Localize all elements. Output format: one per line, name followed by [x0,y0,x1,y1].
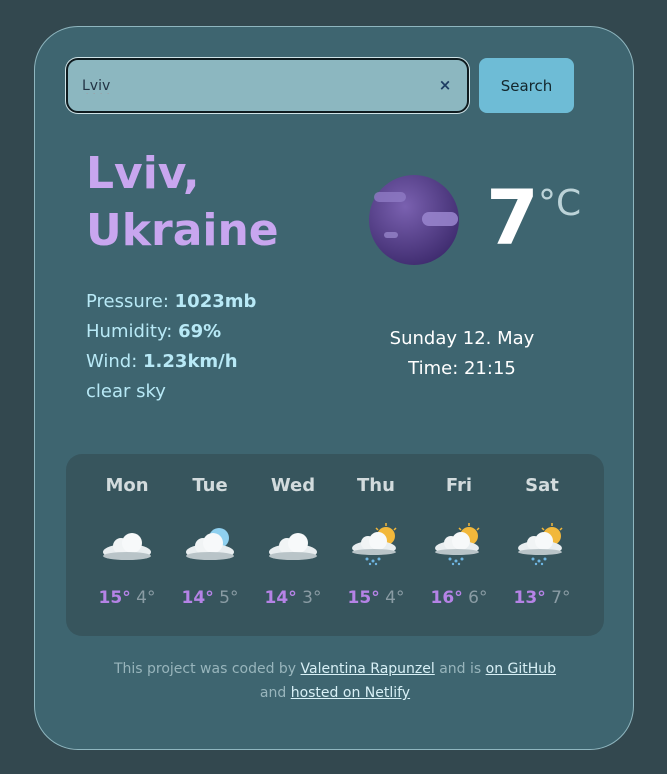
sun-rain-cloud-icon [518,523,563,566]
wind-row: Wind: 1.23km/h [86,347,256,377]
footer-text: This project was coded by [113,661,301,677]
cloud-icon [103,533,151,560]
forecast-temps: 15° 4° [334,588,418,608]
search-button[interactable]: Search [479,58,574,113]
forecast-temps: 15° 4° [85,588,169,608]
humidity-value: 69% [178,321,222,342]
moon-icon [369,175,459,265]
current-time: Time: 21:15 [408,358,516,379]
forecast-temps: 14° 5° [168,588,252,608]
footer-line-2: and hosted on Netlify [35,681,635,705]
wind-value: 1.23km/h [143,351,238,372]
city-name: Lviv, [86,148,200,199]
search-field[interactable]: × [66,58,469,113]
forecast-day-name: Mon [105,475,149,496]
wind-label: Wind: [86,351,144,372]
forecast-min: 6° [468,588,488,608]
forecast-day: Wed 14° 3° [251,454,335,636]
cloud-icon [269,533,317,560]
forecast-panel: Mon 15° 4° Tue 14° 5° Wed 14° 3° Thu 15°… [66,454,604,636]
footer: This project was coded by Valentina Rapu… [35,657,635,705]
forecast-day-name: Tue [192,475,228,496]
temperature-unit: °C [538,183,582,224]
forecast-day-name: Sat [525,475,559,496]
footer-line-1: This project was coded by Valentina Rapu… [35,657,635,681]
forecast-temps: 14° 3° [251,588,335,608]
forecast-max: 14° [264,588,297,608]
footer-text: and [259,685,291,701]
pressure-label: Pressure: [86,291,175,312]
forecast-day-name: Fri [445,475,473,496]
forecast-day-name: Wed [270,475,316,496]
forecast-day: Sat 13° 7° [500,454,584,636]
forecast-max: 16° [430,588,463,608]
github-link[interactable]: on GitHub [486,661,556,677]
humidity-label: Humidity: [86,321,179,342]
pressure-value: 1023mb [174,291,257,312]
clear-icon[interactable]: × [437,76,453,96]
forecast-min: 7° [551,588,571,608]
forecast-min: 4° [136,588,156,608]
forecast-day-name: Thu [357,475,395,496]
city-heading: Lviv, Ukraine [86,145,336,259]
forecast-temps: 16° 6° [417,588,501,608]
forecast-min: 5° [219,588,239,608]
sun-rain-cloud-icon [352,523,397,566]
country-name: Ukraine [86,205,279,256]
forecast-temps: 13° 7° [500,588,584,608]
forecast-max: 13° [513,588,546,608]
forecast-min: 4° [385,588,405,608]
weather-card: × Search Lviv, Ukraine Pressure: 1023mb … [34,26,634,750]
forecast-day: Thu 15° 4° [334,454,418,636]
forecast-day: Mon 15° 4° [85,454,169,636]
forecast-min: 3° [302,588,322,608]
pressure-row: Pressure: 1023mb [86,287,256,317]
current-temperature: 7 [486,173,539,262]
weather-description: clear sky [86,381,166,402]
author-link[interactable]: Valentina Rapunzel [301,661,435,677]
weather-details: Pressure: 1023mb Humidity: 69% Wind: 1.2… [86,287,256,407]
cloud-icon [186,528,234,560]
netlify-link[interactable]: hosted on Netlify [291,685,410,701]
forecast-day: Tue 14° 5° [168,454,252,636]
humidity-row: Humidity: 69% [86,317,256,347]
date-time: Sunday 12. May Time: 21:15 [362,324,562,384]
footer-text: and is [434,661,486,677]
forecast-max: 14° [181,588,214,608]
sun-rain-cloud-icon [435,523,480,566]
current-date: Sunday 12. May [389,328,535,349]
forecast-max: 15° [347,588,380,608]
forecast-day: Fri 16° 6° [417,454,501,636]
forecast-max: 15° [98,588,131,608]
search-input[interactable] [82,75,422,97]
